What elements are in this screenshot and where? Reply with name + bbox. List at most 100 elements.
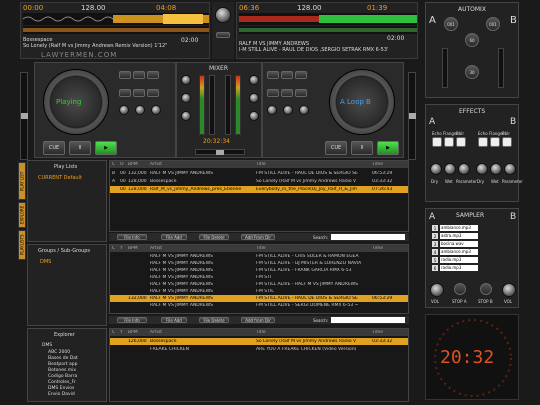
right-btn-2[interactable] [281,71,293,79]
left-btn-3[interactable] [147,71,159,79]
center-mini-button[interactable] [216,32,230,38]
sampler-row-6[interactable]: 6 radio.mp3 [432,265,536,271]
top-hdr-time[interactable]: Time [370,162,396,167]
effects-dry-knob-left[interactable] [430,163,442,175]
right-pause-button[interactable]: II [351,141,373,155]
table-row[interactable]: RALF M VS JIMMY ANDREWS I-M STILL ALIVE -… [110,253,408,260]
left-play-button[interactable]: ▶ [95,141,117,155]
playlist-item-current[interactable]: CURRENT Default [38,175,82,181]
mid-hdr-y[interactable]: Y [118,246,126,251]
table-row[interactable]: RALF M VS JIMMY ANDREWS I-M STILL ALIVE -… [110,267,408,274]
middle-file-info-button[interactable]: File Info [117,317,147,323]
right-knob-c[interactable] [299,105,309,115]
sampler-stop-b[interactable] [480,283,492,295]
mixer-knob-r3[interactable] [249,111,259,121]
middle-add-from-dir-button[interactable]: Add from Dir [241,317,275,323]
right-waveform[interactable] [239,13,417,25]
right-btn-6[interactable] [295,89,307,97]
left-pitch-handle[interactable] [21,113,28,119]
effects-btn-r2[interactable] [490,137,500,147]
mixer-knob-l1[interactable] [181,75,191,85]
mixer-knob-l3[interactable] [181,111,191,121]
left-pitch-slider[interactable] [20,72,28,160]
middle-file-delete-button[interactable]: File Delete [199,317,229,323]
effects-btn-r3[interactable] [502,137,512,147]
automix-value-2[interactable]: 001 [486,17,500,31]
sampler-num-5[interactable]: 5 [432,257,438,263]
tab-playlists[interactable]: PLAY LIST [18,162,26,200]
sampler-num-2[interactable]: 2 [432,233,438,239]
center-knob[interactable] [215,7,231,23]
sampler-name-1[interactable]: ambiance.mp3 [440,225,478,231]
automix-slider-left[interactable] [442,48,448,88]
effects-btn-l2[interactable] [444,137,454,147]
right-knob-b[interactable] [283,105,293,115]
right-btn-5[interactable] [281,89,293,97]
effects-dry-knob-right[interactable] [476,163,488,175]
left-cue-button[interactable]: CUE [43,141,65,155]
sampler-row-1[interactable]: 1 ambiance.mp3 [432,225,536,231]
left-btn-2[interactable] [133,71,145,79]
right-pitch-slider[interactable] [408,72,416,160]
right-turntable[interactable]: A Loop B [329,69,395,135]
mixer-knob-r1[interactable] [249,75,259,85]
sampler-row-4[interactable]: 4 ambiance.mp3 [432,249,536,255]
mid-hdr-title[interactable]: Title [254,246,370,251]
top-file-delete-button[interactable]: File Delete [199,234,229,240]
effects-param-knob-left[interactable] [458,163,470,175]
table-row[interactable]: RALF M VS JIMMY ANDREWS I-M STI [110,274,408,281]
effects-btn-l3[interactable] [456,137,466,147]
table-row[interactable]: FREAKE CHICKEN ARE YOU A FREAKE CHICKEN … [110,346,408,353]
sampler-num-6[interactable]: 6 [432,265,438,271]
sampler-name-6[interactable]: radio.mp3 [440,265,478,271]
sampler-name-3[interactable]: bocina.wav [440,241,478,247]
right-btn-4[interactable] [267,89,279,97]
sampler-row-2[interactable]: 2 astra.mp3 [432,233,536,239]
bot-hdr-time[interactable]: Time [370,330,396,335]
sampler-row-3[interactable]: 3 bocina.wav [432,241,536,247]
mixer-fader-left[interactable] [209,75,215,135]
left-overview-waveform[interactable] [23,26,209,34]
table-row[interactable]: A 0002 128,000 Bossespace So Lonely (Ral… [110,178,408,185]
table-row[interactable]: B 0001 132,000 RALF M VS JIMMY ANDREWS I… [110,170,408,177]
mid-hdr-c[interactable]: C [110,246,118,251]
table-row-selected[interactable]: 126,000 Bossespace So Lonely (Ralf M vs … [110,338,408,345]
top-hdr-artist[interactable]: Artist [148,162,254,167]
sampler-vol-knob-right[interactable] [502,283,516,297]
table-row[interactable]: RALF M VS JIMMY ANDREWS I-M STILL ALIVE -… [110,302,408,309]
table-row[interactable]: RALF M VS JIMMY ANDREWS I-M STIL [110,288,408,295]
right-pitch-handle[interactable] [409,113,416,119]
tab-explorer[interactable]: PLAYLISTS [18,230,26,260]
right-btn-1[interactable] [267,71,279,79]
left-waveform[interactable] [23,13,209,25]
bot-hdr-artist[interactable]: Artist [148,330,254,335]
bot-hdr-c[interactable]: C [110,330,118,335]
sampler-row-5[interactable]: 5 radio.mp3 [432,257,536,263]
mid-hdr-time[interactable]: Time [370,246,396,251]
left-btn-6[interactable] [147,89,159,97]
left-pause-button[interactable]: II [69,141,91,155]
top-hdr-o[interactable]: O [118,162,126,167]
bot-hdr-y[interactable]: Y [118,330,126,335]
tree-item[interactable]: Envio David [48,392,75,398]
sampler-vol-knob-left[interactable] [430,283,444,297]
sampler-name-5[interactable]: radio.mp3 [440,257,478,263]
effects-param-knob-right[interactable] [504,163,516,175]
top-file-info-button[interactable]: File Info [117,234,147,240]
left-btn-4[interactable] [119,89,131,97]
sampler-num-3[interactable]: 3 [432,241,438,247]
sampler-num-1[interactable]: 1 [432,225,438,231]
effects-wet-knob-left[interactable] [444,163,456,175]
right-overview-waveform[interactable] [239,26,417,34]
top-search-input[interactable] [331,234,405,240]
right-knob-a[interactable] [267,105,277,115]
tab-groups[interactable]: EXPLORE [18,202,26,228]
sampler-name-2[interactable]: astra.mp3 [440,233,478,239]
automix-value-4[interactable]: 30 [465,65,479,79]
right-btn-3[interactable] [295,71,307,79]
tree-item[interactable]: DMS [42,343,52,349]
top-hdr-title[interactable]: Title [254,162,370,167]
bot-hdr-title[interactable]: Title [254,330,370,335]
effects-btn-r1[interactable] [478,137,488,147]
group-item-dms[interactable]: DMS [40,259,51,265]
